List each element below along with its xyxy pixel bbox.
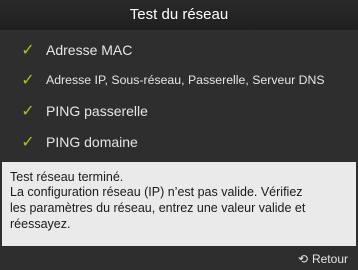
message-line: les paramètres du réseau, entrez une val… — [10, 201, 306, 215]
checkmark-icon: ✓ — [21, 101, 35, 120]
check-item-label: PING domaine — [46, 134, 138, 150]
result-message-panel: Test réseau terminé. La configuration ré… — [2, 162, 356, 246]
dialog-title: Test du réseau — [0, 0, 358, 30]
message-line: réessayez. — [10, 217, 71, 231]
message-line: Test réseau terminé. — [10, 170, 124, 184]
check-item-ping-gateway: ✓ PING passerelle — [2, 99, 356, 123]
checkmark-icon: ✓ — [21, 40, 35, 59]
return-icon: ⟲ — [297, 252, 308, 266]
checkmark-icon: ✓ — [21, 70, 35, 89]
check-item-mac-address: ✓ Adresse MAC — [2, 38, 356, 62]
message-line: La configuration réseau (IP) n’est pas v… — [10, 185, 303, 199]
network-test-dialog: Test du réseau ✓ Adresse MAC ✓ Adresse I… — [0, 0, 358, 270]
back-button-label: Retour — [311, 252, 348, 266]
dialog-footer: ⟲ Retour — [0, 248, 358, 270]
check-item-ping-domain: ✓ PING domaine — [2, 130, 356, 154]
check-list: ✓ Adresse MAC ✓ Adresse IP, Sous-réseau,… — [2, 38, 356, 162]
check-item-ip-settings: ✓ Adresse IP, Sous-réseau, Passerelle, S… — [2, 68, 356, 92]
check-item-label: PING passerelle — [46, 103, 148, 119]
check-item-label: Adresse MAC — [46, 42, 133, 58]
checkmark-icon: ✓ — [21, 132, 35, 151]
check-item-label: Adresse IP, Sous-réseau, Passerelle, Ser… — [46, 73, 325, 87]
back-button[interactable]: ⟲ Retour — [298, 251, 348, 267]
